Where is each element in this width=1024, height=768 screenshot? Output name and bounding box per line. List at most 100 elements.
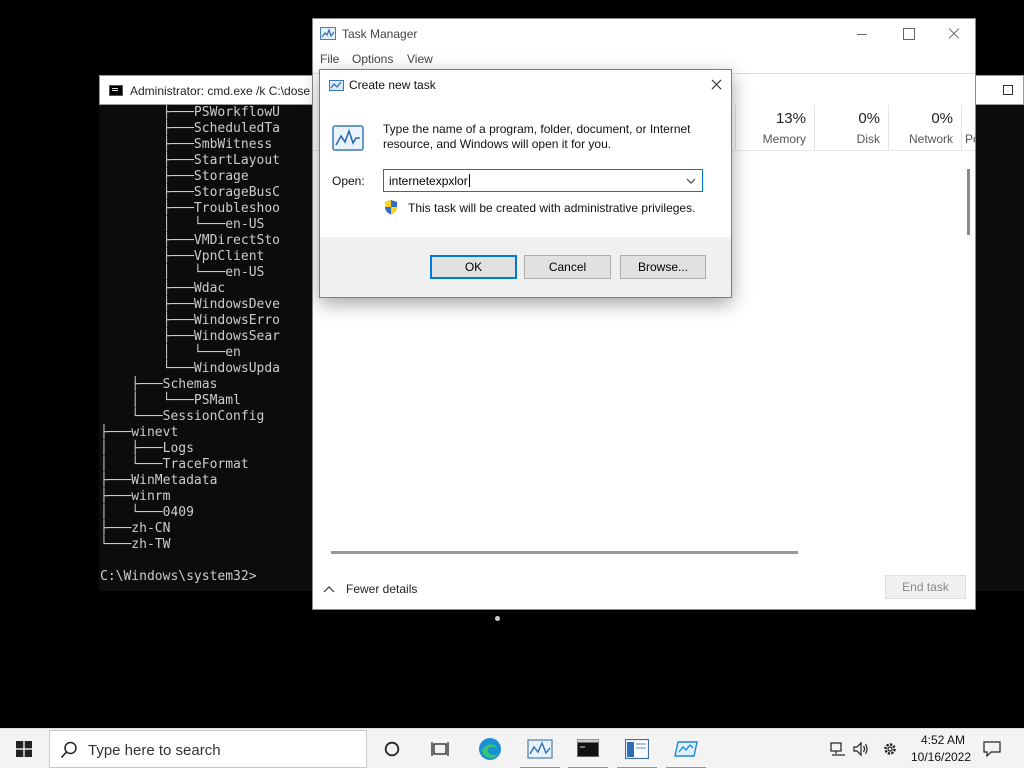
explorer-window-icon (625, 739, 649, 759)
gear-icon[interactable] (882, 741, 898, 757)
taskbar: Type here to search 4:52 AM 10/16/2022 (0, 728, 1024, 768)
console-line: │ └───PSMaml (100, 393, 241, 408)
task-manager-title: Task Manager (342, 27, 418, 41)
console-line: └───SessionConfig (100, 409, 265, 424)
create-new-task-dialog[interactable]: Create new task Type the name of a progr… (319, 69, 732, 298)
run-icon (674, 741, 698, 757)
chevron-down-icon[interactable] (684, 174, 698, 188)
system-tray: 4:52 AM 10/16/2022 (826, 729, 1024, 768)
close-icon[interactable] (931, 19, 977, 49)
console-line: ├───PSWorkflowU (100, 105, 281, 120)
console-line: │ └───TraceFormat (100, 457, 249, 472)
console-line: │ └───en (100, 345, 241, 360)
memory-label: Memory (762, 132, 806, 146)
cmd-taskbar-button[interactable] (564, 729, 612, 768)
network-percent: 0% (931, 110, 953, 127)
edge-icon (479, 738, 501, 760)
console-line: ├───winrm (100, 489, 171, 504)
cmd-icon (109, 85, 123, 96)
volume-icon[interactable] (853, 741, 869, 757)
dialog-title: Create new task (349, 78, 436, 92)
task-manager-icon (527, 739, 553, 759)
console-line: ├───Schemas (100, 377, 218, 392)
console-line: ├───VMDirectSto (100, 233, 281, 248)
console-line: ├───ScheduledTa (100, 121, 281, 136)
command-prompt: C:\Windows\system32> (100, 569, 257, 584)
clock-time[interactable]: 4:52 AM (917, 733, 969, 747)
taskbar-search-box[interactable]: Type here to search (49, 730, 367, 768)
console-line: ├───SmbWitness (100, 137, 273, 152)
run-icon (329, 80, 344, 91)
maximize-icon[interactable] (1003, 85, 1013, 95)
chevron-up-icon[interactable] (323, 584, 335, 596)
task-manager-taskbar-button[interactable] (516, 729, 564, 768)
column-header-disk[interactable]: 0% Disk (814, 105, 888, 151)
disk-label: Disk (856, 132, 880, 146)
console-line: ├───VpnClient (100, 249, 265, 264)
console-line: ├───WindowsSear (100, 329, 281, 344)
task-manager-menubar: File Options View (313, 51, 975, 69)
task-view-button[interactable] (416, 729, 464, 768)
windows-logo-icon (16, 741, 32, 757)
fewer-details-link[interactable]: Fewer details (346, 582, 417, 596)
task-manager-footer: Fewer details End task (313, 571, 975, 609)
notifications-icon[interactable] (983, 741, 1001, 757)
console-line: ├───winevt (100, 425, 179, 440)
console-line: │ └───en-US (100, 265, 265, 280)
cancel-button[interactable]: Cancel (524, 255, 611, 279)
browse-button[interactable]: Browse... (620, 255, 706, 279)
edge-button[interactable] (466, 729, 514, 768)
menu-options[interactable]: Options (352, 52, 393, 66)
console-line: ├───StorageBusC (100, 185, 281, 200)
column-header-network[interactable]: 0% Network (888, 105, 961, 151)
cortana-button[interactable] (368, 729, 416, 768)
console-line: ├───Wdac (100, 281, 226, 296)
task-view-icon (431, 742, 449, 756)
start-button[interactable] (0, 729, 48, 768)
open-combobox[interactable] (383, 169, 703, 192)
task-manager-titlebar[interactable]: Task Manager (313, 19, 975, 49)
text-caret (469, 174, 470, 187)
dialog-description: Type the name of a program, folder, docu… (383, 122, 691, 151)
vertical-scrollbar[interactable] (967, 169, 970, 235)
menu-file[interactable]: File (320, 52, 339, 66)
open-input[interactable] (385, 171, 681, 190)
cmd-title: Administrator: cmd.exe /k C:\dose (130, 84, 311, 98)
run-taskbar-button[interactable] (662, 729, 710, 768)
column-header-power[interactable]: Po (961, 105, 975, 151)
search-icon (60, 741, 77, 759)
clock-date[interactable]: 10/16/2022 (910, 750, 972, 764)
console-line: └───WindowsUpda (100, 361, 281, 376)
console-line: └───zh-TW (100, 537, 171, 552)
ok-button[interactable]: OK (430, 255, 517, 279)
console-line: ├───WinMetadata (100, 473, 218, 488)
admin-privileges-note: This task will be created with administr… (408, 201, 696, 215)
open-label: Open: (332, 174, 365, 188)
minimize-icon[interactable] (839, 19, 885, 49)
cortana-icon (384, 741, 400, 757)
desktop-dot (495, 616, 500, 621)
task-manager-icon (320, 27, 336, 40)
run-program-icon (332, 125, 364, 151)
menu-view[interactable]: View (407, 52, 433, 66)
console-line: │ └───en-US (100, 217, 265, 232)
column-header-memory[interactable]: 13% Memory (735, 105, 814, 151)
console-line: ├───StartLayout (100, 153, 281, 168)
console-line: │ ├───Logs (100, 441, 194, 456)
console-line: │ └───0409 (100, 505, 194, 520)
horizontal-scrollbar[interactable] (331, 551, 798, 554)
search-placeholder: Type here to search (88, 742, 221, 759)
network-label: Network (908, 132, 953, 146)
console-line: ├───WindowsErro (100, 313, 281, 328)
uac-shield-icon (385, 200, 397, 215)
network-icon[interactable] (830, 741, 846, 757)
console-line: ├───Troubleshoo (100, 201, 281, 216)
console-line: ├───WindowsDeve (100, 297, 281, 312)
console-line: ├───zh-CN (100, 521, 171, 536)
cmd-icon (577, 739, 599, 757)
end-task-button[interactable]: End task (885, 575, 966, 599)
close-icon[interactable] (704, 73, 728, 97)
maximize-icon[interactable] (885, 19, 931, 49)
window-taskbar-button[interactable] (613, 729, 661, 768)
console-line: ├───Storage (100, 169, 249, 184)
